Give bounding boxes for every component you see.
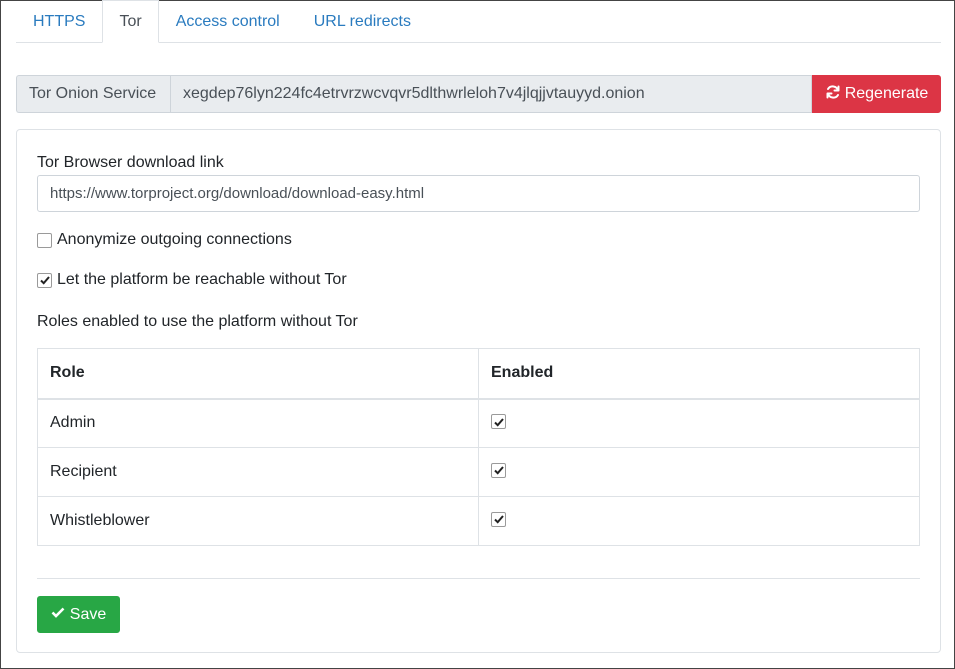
tab-bar: HTTPS Tor Access control URL redirects (16, 0, 941, 43)
role-enabled-cell (478, 398, 920, 448)
column-header-enabled: Enabled (478, 348, 920, 399)
check-icon (493, 466, 504, 475)
role-name: Whistleblower (37, 496, 479, 546)
save-label: Save (69, 605, 107, 623)
role-enabled-cell (478, 447, 920, 497)
column-header-role: Role (37, 348, 479, 399)
save-button[interactable]: Save (37, 596, 120, 633)
regenerate-label: Regenerate (844, 85, 929, 102)
anonymize-checkbox[interactable] (37, 232, 52, 248)
table-row: Recipient (37, 447, 920, 497)
tab-url-redirects[interactable]: URL redirects (297, 0, 428, 42)
onion-service-label: Tor Onion Service (16, 75, 170, 113)
roles-heading: Roles enabled to use the platform withou… (37, 313, 358, 330)
role-name: Recipient (37, 447, 479, 497)
reachable-option[interactable]: Let the platform be reachable without To… (37, 271, 347, 289)
check-icon (493, 515, 504, 524)
role-name: Admin (37, 398, 479, 448)
table-row: Whistleblower (37, 496, 920, 546)
role-enabled-checkbox[interactable] (491, 462, 506, 478)
tab-access-control[interactable]: Access control (159, 0, 297, 42)
reachable-checkbox[interactable] (37, 272, 52, 288)
role-enabled-checkbox[interactable] (491, 414, 506, 429)
check-icon (39, 276, 50, 285)
roles-table: Role Enabled Admin Recipient Whistleblow… (37, 348, 920, 546)
download-link-label: Tor Browser download link (37, 154, 224, 171)
tab-tor[interactable]: Tor (102, 0, 159, 43)
table-row: Admin (37, 398, 920, 448)
divider (37, 578, 920, 579)
tor-settings-card: Tor Browser download link https://www.to… (16, 129, 941, 653)
tab-https[interactable]: HTTPS (16, 0, 102, 42)
refresh-icon (825, 84, 841, 105)
check-icon (493, 417, 504, 427)
anonymize-option[interactable]: Anonymize outgoing connections (37, 231, 292, 249)
check-icon (51, 605, 65, 624)
download-link-input[interactable]: https://www.torproject.org/download/down… (37, 175, 920, 212)
table-header-row: Role Enabled (37, 348, 920, 399)
onion-address: xegdep76lyn224fc4etrvrzwcvqvr5dlthwrlelo… (170, 75, 812, 113)
onion-service-row: Tor Onion Service xegdep76lyn224fc4etrvr… (16, 75, 941, 113)
role-enabled-cell (478, 496, 920, 546)
settings-panel: HTTPS Tor Access control URL redirects T… (0, 0, 955, 669)
regenerate-button[interactable]: Regenerate (812, 75, 941, 113)
reachable-label: Let the platform be reachable without To… (57, 271, 347, 288)
role-enabled-checkbox[interactable] (491, 511, 506, 527)
anonymize-label: Anonymize outgoing connections (57, 231, 292, 248)
